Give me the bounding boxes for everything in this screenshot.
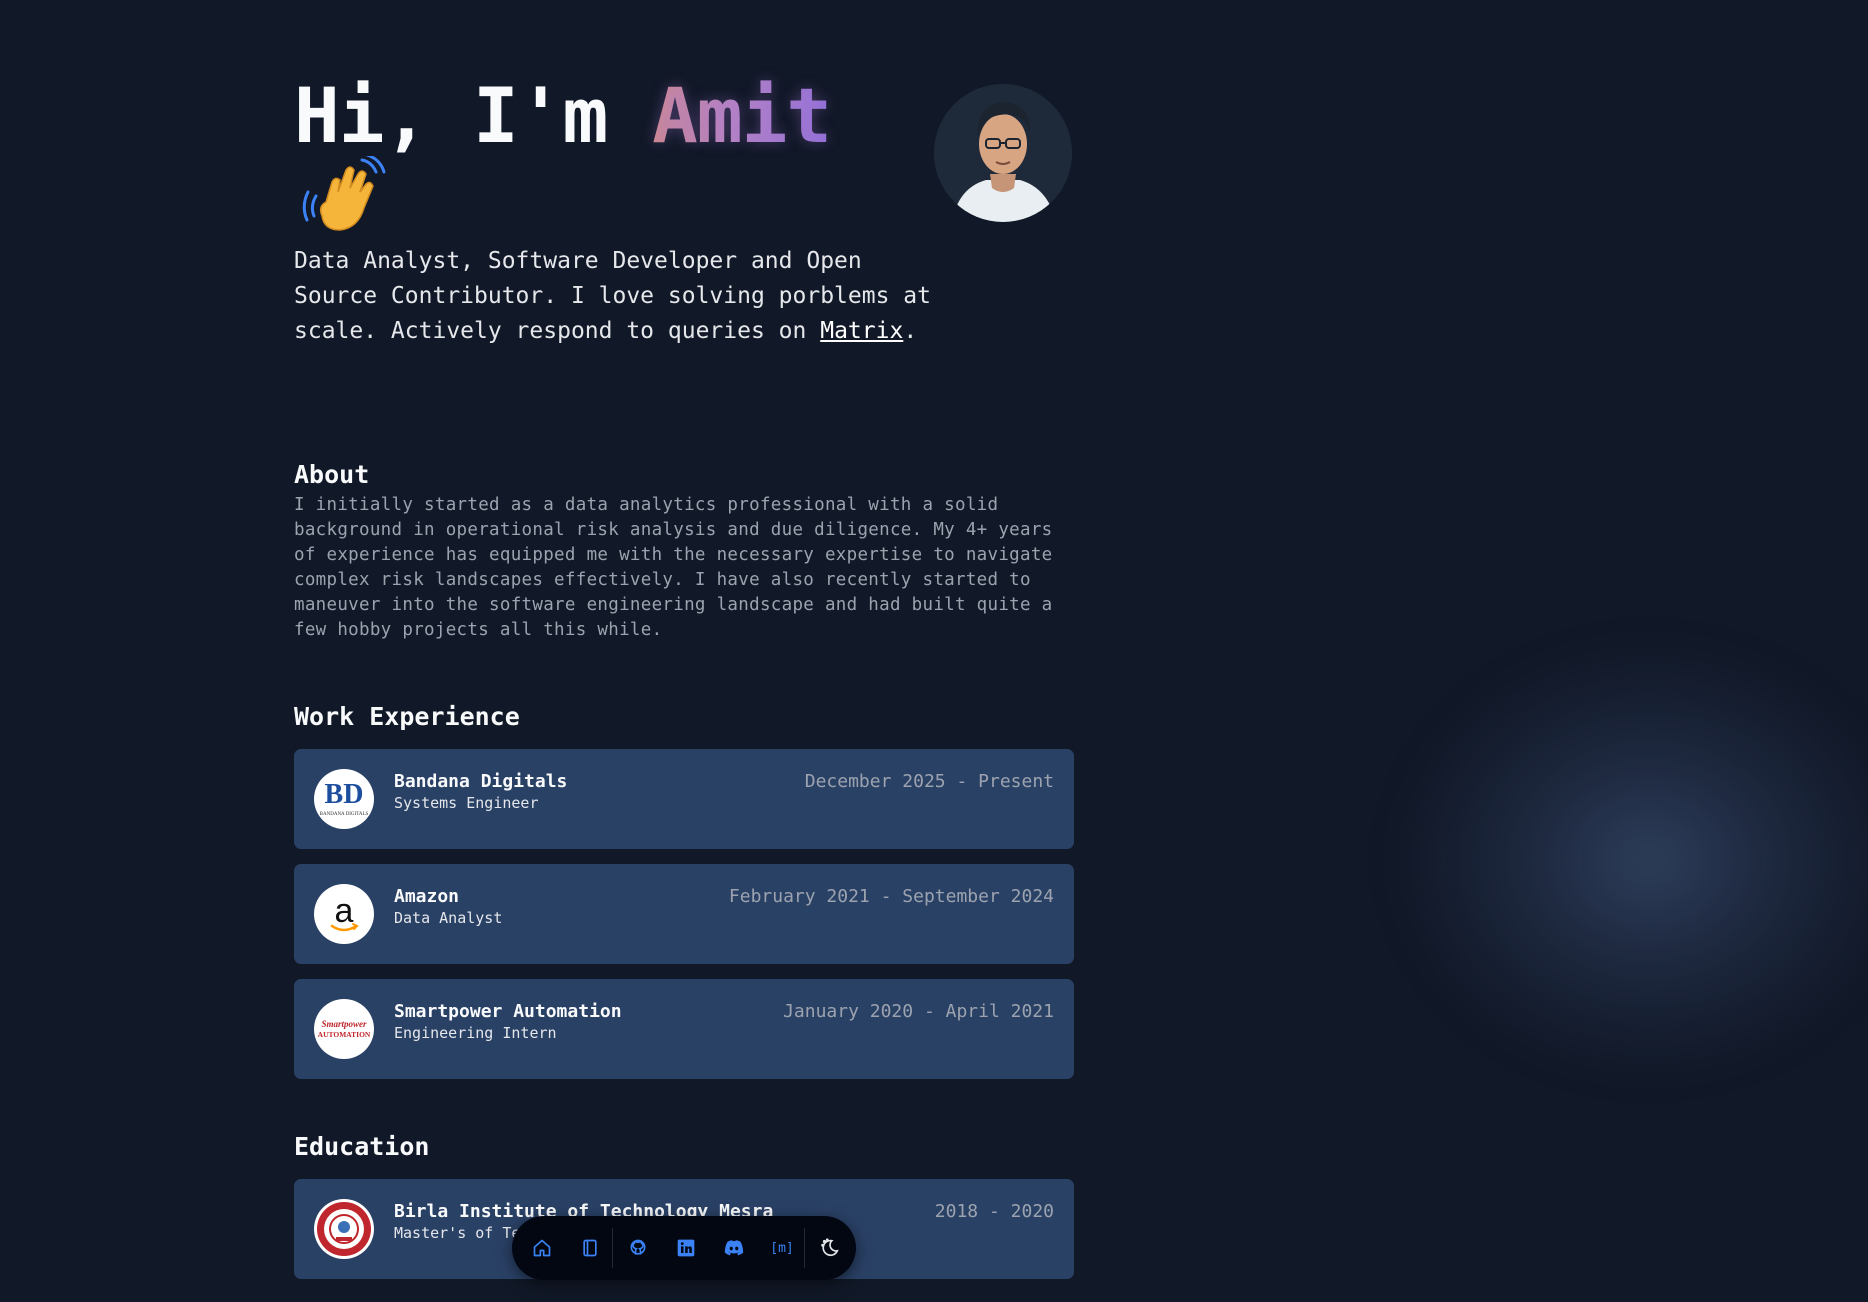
- company-name: Amazon: [394, 886, 460, 907]
- background-glow: [1390, 640, 1868, 1080]
- company-name: Smartpower Automation: [394, 1001, 622, 1022]
- dock-divider: [804, 1228, 805, 1268]
- discord-icon[interactable]: [720, 1234, 748, 1262]
- matrix-link[interactable]: Matrix: [820, 318, 903, 344]
- bandana-logo-subtext: BANDANA DIGITALS: [320, 812, 369, 817]
- hero-tagline: Data Analyst, Software Developer and Ope…: [294, 244, 954, 349]
- hero-section: Hi, I'm Amit Data Analyst, Software Deve…: [294, 0, 1074, 344]
- theme-toggle-icon[interactable]: [816, 1234, 844, 1262]
- bandana-logo-text: BD: [325, 779, 364, 810]
- smartpower-logo-bottom: AUTOMATION: [318, 1030, 371, 1039]
- job-dates: February 2021 - September 2024: [728, 886, 1054, 907]
- notebook-icon[interactable]: [576, 1234, 604, 1262]
- hero-heading: Hi, I'm Amit: [294, 78, 832, 154]
- work-experience-title: Work Experience: [294, 702, 520, 731]
- smartpower-logo: Smartpower AUTOMATION: [314, 999, 374, 1059]
- hero-greeting: Hi, I'm: [294, 71, 608, 160]
- bandana-logo: BD BANDANA DIGITALS: [314, 769, 374, 829]
- smartpower-logo-top: Smartpower: [321, 1019, 367, 1029]
- work-card-smartpower[interactable]: Smartpower AUTOMATION Smartpower Automat…: [294, 979, 1074, 1079]
- education-dates: 2018 - 2020: [934, 1201, 1054, 1222]
- hero-name: Amit: [652, 71, 832, 160]
- job-dates: January 2020 - April 2021: [783, 1001, 1054, 1022]
- bit-mesra-logo: [314, 1199, 374, 1259]
- work-card-bandana[interactable]: BD BANDANA DIGITALS Bandana Digitals Sys…: [294, 749, 1074, 849]
- job-role: Systems Engineer: [394, 794, 539, 812]
- work-card-amazon[interactable]: a Amazon Data Analyst February 2021 - Se…: [294, 864, 1074, 964]
- matrix-glyph: [m]: [770, 1240, 794, 1256]
- matrix-icon[interactable]: [m]: [768, 1234, 796, 1262]
- github-icon[interactable]: [624, 1234, 652, 1262]
- job-role: Engineering Intern: [394, 1024, 557, 1042]
- main-content: Hi, I'm Amit Data Analyst, Software Deve…: [294, 0, 1074, 1279]
- navigation-dock: [m]: [512, 1216, 856, 1280]
- company-name: Bandana Digitals: [394, 771, 568, 792]
- about-text: I initially started as a data analytics …: [294, 495, 1053, 640]
- portfolio-page: Hi, I'm Amit Data Analyst, Software Deve…: [0, 0, 1868, 1302]
- amazon-logo: a: [314, 884, 374, 944]
- linkedin-icon[interactable]: [672, 1234, 700, 1262]
- amazon-logo-text: a: [335, 892, 354, 930]
- dock-divider: [612, 1228, 613, 1268]
- education-title: Education: [294, 1132, 430, 1161]
- tagline-end: .: [903, 318, 918, 344]
- profile-photo: [934, 84, 1072, 222]
- waving-hand-icon: [302, 156, 386, 231]
- home-icon[interactable]: [528, 1234, 556, 1262]
- job-dates: December 2025 - Present: [804, 771, 1054, 792]
- avatar: [934, 84, 1072, 222]
- about-title: About: [294, 460, 370, 489]
- job-role: Data Analyst: [394, 909, 503, 927]
